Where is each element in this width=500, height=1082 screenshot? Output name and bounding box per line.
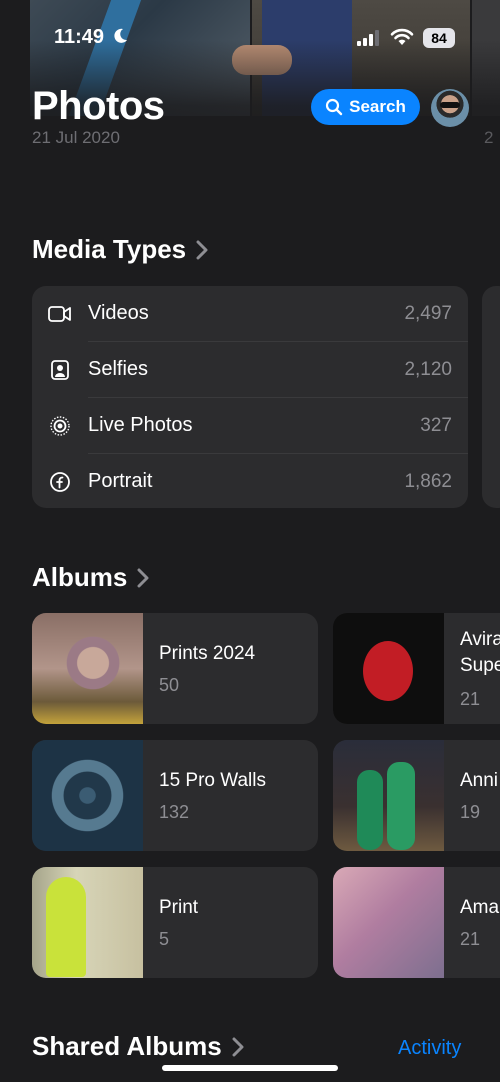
- media-type-label: Selfies: [88, 358, 149, 380]
- album-count: 5: [159, 929, 170, 949]
- clock: 11:49: [54, 26, 105, 48]
- search-button-label: Search: [349, 97, 406, 116]
- album-name: Prints 2024: [159, 643, 256, 664]
- media-type-label: Videos: [88, 302, 149, 324]
- album-card[interactable]: Prints 2024 50: [32, 613, 318, 724]
- media-types-title: Media Types: [32, 234, 187, 264]
- media-type-live-photos[interactable]: Live Photos 327: [32, 398, 468, 454]
- chevron-right-icon: [232, 1037, 244, 1056]
- album-name: Ama: [460, 897, 500, 918]
- next-card-peek[interactable]: [482, 286, 500, 508]
- chevron-right-icon: [196, 240, 208, 259]
- media-type-selfies[interactable]: Selfies 2,120: [32, 342, 468, 398]
- media-type-count: 2,120: [404, 359, 452, 380]
- home-indicator[interactable]: [162, 1065, 338, 1071]
- search-button[interactable]: Search: [311, 89, 420, 125]
- next-date-label: 2: [484, 128, 494, 147]
- albums-title: Albums: [32, 562, 128, 592]
- photos-screen: 2 11:49 84 Photos 21 Jul 2020 Search Med…: [0, 0, 500, 1082]
- media-types-card: Videos 2,497 Selfies 2,120 Live Photos 3…: [32, 286, 468, 508]
- album-thumbnail: [32, 740, 143, 851]
- media-type-count: 1,862: [404, 471, 452, 492]
- status-bar: 11:49 84: [0, 24, 500, 54]
- album-card[interactable]: Anni 19: [333, 740, 500, 851]
- media-type-count: 327: [420, 415, 452, 436]
- album-count: 132: [159, 802, 190, 822]
- album-thumbnail: [333, 867, 444, 978]
- page-title: Photos: [32, 84, 165, 128]
- moon-icon: [114, 28, 127, 43]
- album-thumbnail: [333, 613, 444, 724]
- media-type-portrait[interactable]: Portrait 1,862: [32, 454, 468, 510]
- album-card[interactable]: Avira Supe 21: [333, 613, 500, 724]
- album-card[interactable]: 15 Pro Walls 132: [32, 740, 318, 851]
- album-count: 21: [460, 689, 481, 709]
- album-name: Print: [159, 897, 199, 918]
- selfie-icon: [51, 360, 69, 380]
- live-photo-icon: [50, 416, 70, 436]
- album-count: 21: [460, 929, 481, 949]
- album-card[interactable]: Print 5: [32, 867, 318, 978]
- portrait-icon: [50, 472, 70, 492]
- album-name: Anni: [460, 770, 499, 791]
- media-type-label: Live Photos: [88, 414, 193, 436]
- album-count: 50: [159, 675, 180, 695]
- search-icon: [326, 98, 343, 116]
- shared-albums-title: Shared Albums: [32, 1031, 222, 1061]
- chevron-right-icon: [137, 568, 149, 587]
- album-name: 15 Pro Walls: [159, 770, 266, 791]
- album-card[interactable]: Ama 21: [333, 867, 500, 978]
- media-types-heading[interactable]: Media Types: [32, 234, 208, 265]
- album-thumbnail: [333, 740, 444, 851]
- activity-link[interactable]: Activity: [398, 1037, 461, 1060]
- shared-albums-heading[interactable]: Shared Albums: [32, 1031, 244, 1062]
- battery-indicator: 84: [423, 28, 455, 48]
- album-thumbnail: [32, 867, 143, 978]
- wifi-icon: [390, 28, 414, 45]
- media-type-count: 2,497: [404, 303, 452, 324]
- media-type-videos[interactable]: Videos 2,497: [32, 286, 468, 342]
- avatar[interactable]: [431, 89, 469, 127]
- album-thumbnail: [32, 613, 143, 724]
- video-icon: [48, 306, 71, 322]
- album-count: 19: [460, 802, 481, 822]
- photo-date: 21 Jul 2020: [32, 128, 120, 147]
- media-type-label: Portrait: [88, 470, 153, 492]
- album-name: Avira Supe: [460, 629, 500, 676]
- albums-heading[interactable]: Albums: [32, 562, 149, 593]
- cellular-signal-icon: [357, 30, 379, 46]
